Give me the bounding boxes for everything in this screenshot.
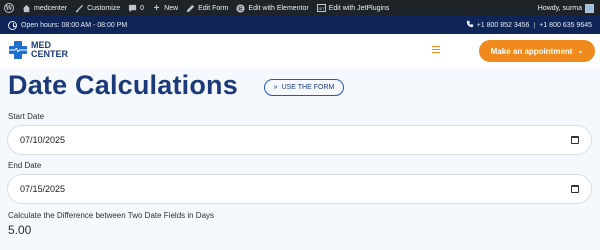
elementor-icon — [236, 3, 245, 13]
comments-link[interactable]: 0 — [124, 0, 148, 16]
phone-separator: | — [533, 21, 536, 29]
start-date-label: Start Date — [8, 112, 45, 121]
howdy-label: Howdy, surma — [537, 4, 582, 12]
top-info-bar: Open hours: 08:00 AM - 08:00 PM +1 800 8… — [0, 16, 600, 34]
appointment-label: Make an appointment — [490, 46, 573, 56]
double-chevron-right-icon: » — [273, 84, 278, 91]
end-date-value: 07/15/2025 — [20, 184, 66, 194]
open-hours: Open hours: 08:00 AM - 08:00 PM — [21, 21, 128, 29]
plus-icon: + — [153, 2, 160, 14]
page-title: Date Calculations — [8, 70, 238, 100]
calculated-field-label: Calculate the Difference between Two Dat… — [8, 211, 215, 220]
chevron-down-icon: ⌄ — [577, 48, 584, 55]
start-date-value: 07/10/2025 — [20, 135, 66, 145]
edit-jetplugins-label: Edit with JetPlugins — [328, 4, 390, 12]
customize-label: Customize — [87, 4, 121, 12]
end-date-input[interactable]: 07/15/2025 — [7, 174, 592, 204]
medical-cross-icon — [8, 40, 28, 60]
comments-count: 0 — [140, 4, 145, 12]
clock-icon — [8, 20, 17, 30]
new-content-link[interactable]: + New — [148, 0, 182, 16]
account-menu[interactable]: Howdy, surma — [537, 3, 600, 13]
use-form-label: USE THE FORM — [281, 84, 335, 91]
pencil-icon — [186, 4, 195, 13]
wp-admin-bar: W medcenter Customize 0 + New Edit Form … — [0, 0, 600, 16]
end-date-label: End Date — [8, 161, 42, 170]
phone-icon — [466, 20, 474, 30]
logo-text: MED CENTER — [31, 41, 68, 59]
wordpress-icon: W — [4, 3, 14, 13]
site-header: MED CENTER Make an appointment ⌄ — [0, 34, 600, 68]
calendar-icon[interactable] — [571, 185, 579, 193]
new-label: New — [164, 4, 179, 12]
edit-jetplugins-link[interactable]: JET Edit with JetPlugins — [313, 0, 394, 16]
site-logo[interactable]: MED CENTER — [8, 40, 68, 60]
phone-1[interactable]: +1 800 852 3456 — [477, 22, 530, 29]
calculated-field-value: 5.00 — [8, 223, 32, 237]
customize-link[interactable]: Customize — [71, 0, 124, 16]
logo-line-2: CENTER — [31, 49, 69, 59]
make-appointment-button[interactable]: Make an appointment ⌄ — [479, 40, 595, 62]
home-icon — [22, 4, 31, 13]
jet-icon: JET — [316, 4, 326, 12]
phone-2[interactable]: +1 800 635 9645 — [539, 22, 592, 29]
calendar-icon[interactable] — [571, 136, 579, 144]
edit-elementor-label: Edit with Elementor — [248, 4, 309, 12]
menu-icon[interactable] — [432, 46, 440, 53]
edit-elementor-link[interactable]: Edit with Elementor — [232, 0, 312, 16]
comment-icon — [128, 4, 137, 13]
use-the-form-button[interactable]: » USE THE FORM — [264, 79, 344, 96]
phone-numbers: +1 800 852 3456 | +1 800 635 9645 — [466, 20, 592, 30]
wp-logo-menu[interactable]: W — [0, 0, 18, 16]
site-name-link[interactable]: medcenter — [18, 0, 71, 16]
site-name-label: medcenter — [34, 4, 68, 12]
start-date-input[interactable]: 07/10/2025 — [7, 125, 592, 155]
edit-form-label: Edit Form — [198, 4, 229, 12]
avatar — [585, 3, 594, 13]
brush-icon — [75, 4, 84, 13]
edit-form-link[interactable]: Edit Form — [182, 0, 232, 16]
